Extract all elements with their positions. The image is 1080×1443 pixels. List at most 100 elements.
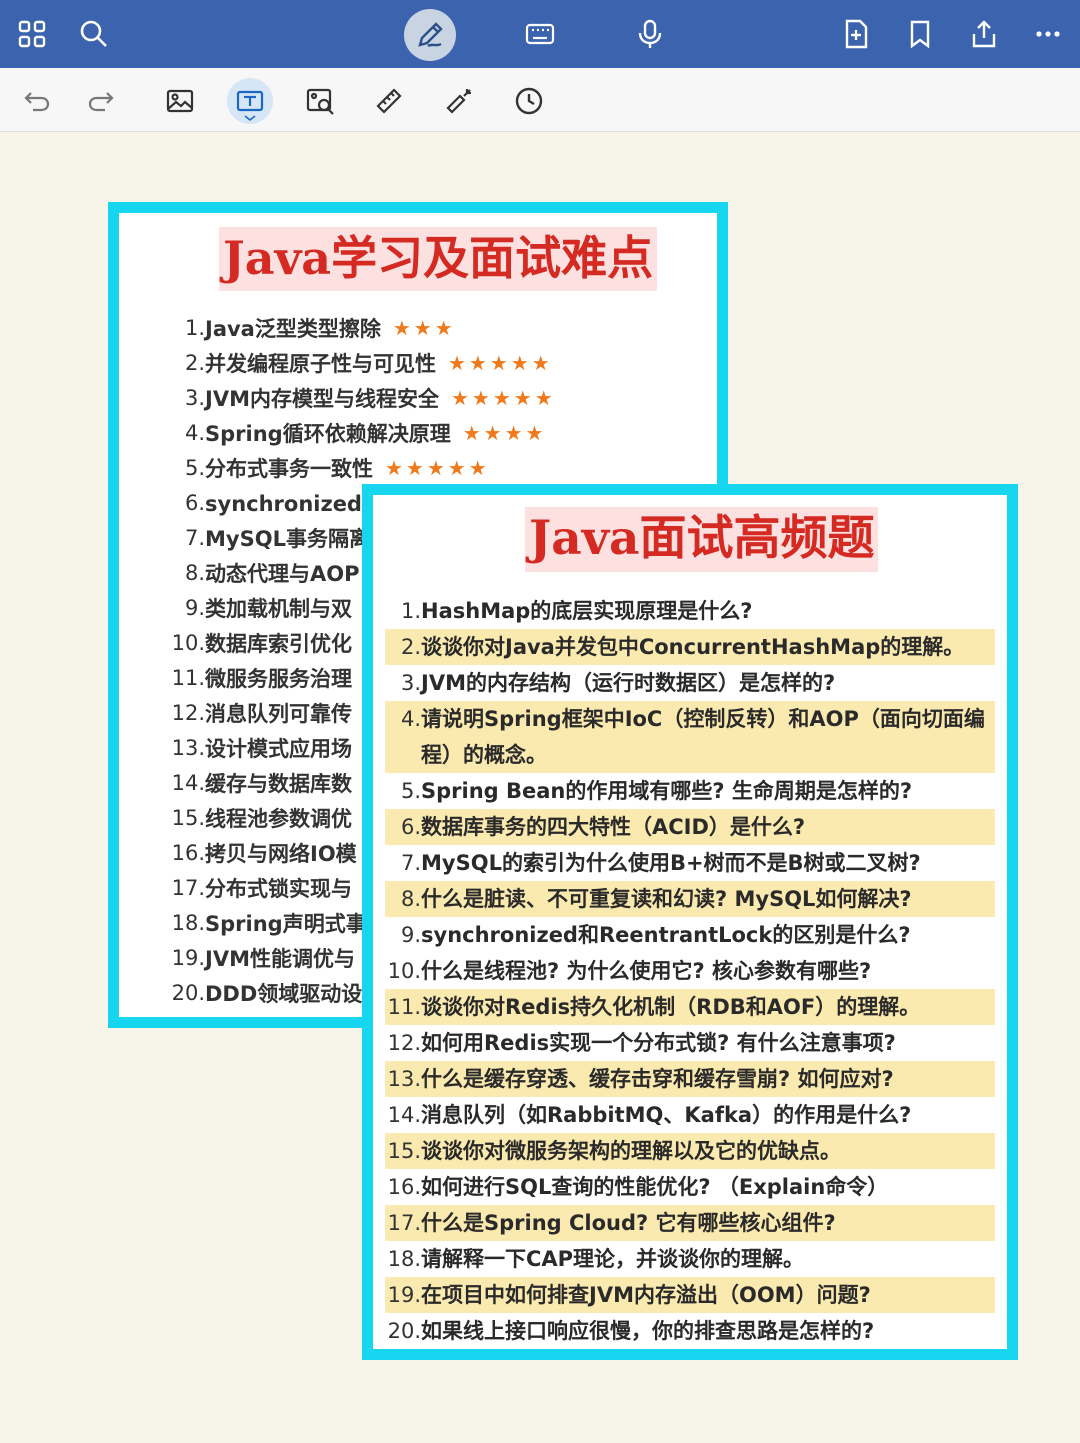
- item-number: 17.: [387, 1211, 421, 1235]
- item-text: 类加载机制与双: [205, 596, 352, 621]
- item-text: 拷贝与网络IO模: [205, 841, 357, 866]
- image-search-icon[interactable]: [297, 78, 343, 124]
- item-number: 9.: [184, 595, 205, 620]
- question-item: 15. 谈谈你对微服务架构的理解以及它的优缺点。: [385, 1133, 995, 1169]
- item-text: 消息队列可靠传: [205, 701, 352, 726]
- question-item: 3. JVM的内存结构（运行时数据区）是怎样的?: [385, 665, 995, 701]
- item-number: 12.: [387, 1031, 421, 1055]
- ruler-icon[interactable]: [366, 78, 412, 124]
- item-number: 13.: [387, 1067, 421, 1091]
- question-item: 7. MySQL的索引为什么使用B+树而不是B树或二叉树?: [385, 845, 995, 881]
- bookmark-icon[interactable]: [896, 10, 944, 58]
- item-text: 谈谈你对微服务架构的理解以及它的优缺点。: [421, 1139, 841, 1163]
- question-item: 9. synchronized和ReentrantLock的区别是什么?: [385, 917, 995, 953]
- item-text: DDD领域驱动设: [205, 981, 363, 1006]
- item-number: 8.: [400, 887, 421, 911]
- item-number: 10.: [171, 630, 205, 655]
- item-text: JVM内存模型与线程安全: [205, 386, 439, 411]
- tool-toolbar: [0, 68, 1080, 132]
- item-number: 18.: [171, 910, 205, 935]
- item-text: 分布式锁实现与: [205, 876, 352, 901]
- search-icon[interactable]: [70, 10, 118, 58]
- item-text: 数据库事务的四大特性（ACID）是什么?: [421, 815, 806, 839]
- item-text: Spring循环依赖解决原理: [205, 421, 451, 446]
- item-text: 请说明Spring框架中IoC（控制反转）和AOP（面向切面编程）的概念。: [421, 707, 985, 767]
- item-number: 10.: [387, 959, 421, 983]
- item-number: 8.: [184, 560, 205, 585]
- star-rating: ★★★★★: [450, 385, 556, 410]
- item-text: 谈谈你对Redis持久化机制（RDB和AOF）的理解。: [421, 995, 921, 1019]
- grid-icon[interactable]: [8, 10, 56, 58]
- item-number: 14.: [171, 770, 205, 795]
- item-text: Spring Bean的作用域有哪些? 生命周期是怎样的?: [421, 779, 913, 803]
- item-text: 什么是脏读、不可重复读和幻读? MySQL如何解决?: [421, 887, 912, 911]
- item-number: 20.: [171, 980, 205, 1005]
- item-number: 18.: [387, 1247, 421, 1271]
- item-text: 什么是线程池? 为什么使用它? 核心参数有哪些?: [421, 959, 872, 983]
- item-number: 16.: [171, 840, 205, 865]
- item-text: 什么是Spring Cloud? 它有哪些核心组件?: [421, 1211, 836, 1235]
- item-text: 设计模式应用场: [205, 736, 352, 761]
- question-item: 20. 如果线上接口响应很慢，你的排查思路是怎样的?: [385, 1313, 995, 1349]
- item-text: MySQL的索引为什么使用B+树而不是B树或二叉树?: [421, 851, 921, 875]
- pen-icon[interactable]: [404, 9, 456, 61]
- item-text: 什么是缓存穿透、缓存击穿和缓存雪崩? 如何应对?: [421, 1067, 894, 1091]
- item-number: 19.: [387, 1283, 421, 1307]
- timer-icon[interactable]: [506, 78, 552, 124]
- question-item: 8. 什么是脏读、不可重复读和幻读? MySQL如何解决?: [385, 881, 995, 917]
- question-item: 5. Spring Bean的作用域有哪些? 生命周期是怎样的?: [385, 773, 995, 809]
- item-number: 7.: [400, 851, 421, 875]
- item-text: HashMap的底层实现原理是什么?: [421, 599, 753, 623]
- item-text: Spring声明式事: [205, 911, 367, 936]
- item-number: 13.: [171, 735, 205, 760]
- item-text: JVM的内存结构（运行时数据区）是怎样的?: [421, 671, 836, 695]
- item-text: 消息队列（如RabbitMQ、Kafka）的作用是什么?: [421, 1103, 912, 1127]
- item-text: 如果线上接口响应很慢，你的排查思路是怎样的?: [421, 1319, 875, 1343]
- redo-icon[interactable]: [78, 78, 124, 124]
- share-icon[interactable]: [960, 10, 1008, 58]
- list-item: 1. Java泛型类型擦除 ★★★: [167, 310, 767, 345]
- item-number: 5.: [184, 455, 205, 480]
- item-number: 11.: [171, 665, 205, 690]
- card-title: Java学习及面试难点: [219, 227, 658, 291]
- item-text: 动态代理与AOP: [205, 561, 360, 586]
- item-text: JVM性能调优与: [205, 946, 355, 971]
- item-number: 2.: [400, 635, 421, 659]
- item-number: 15.: [171, 805, 205, 830]
- star-rating: ★★★★: [462, 420, 547, 445]
- item-text: 线程池参数调优: [205, 806, 352, 831]
- question-item: 17. 什么是Spring Cloud? 它有哪些核心组件?: [385, 1205, 995, 1241]
- item-number: 3.: [400, 671, 421, 695]
- item-text: 并发编程原子性与可见性: [205, 351, 436, 376]
- item-number: 15.: [387, 1139, 421, 1163]
- item-text: MySQL事务隔离: [205, 526, 370, 551]
- add-page-icon[interactable]: [832, 10, 880, 58]
- list-item: 3. JVM内存模型与线程安全 ★★★★★: [167, 380, 767, 415]
- card-title: Java面试高频题: [525, 507, 879, 572]
- laser-pointer-icon[interactable]: [436, 78, 482, 124]
- item-number: 1.: [400, 599, 421, 623]
- item-number: 3.: [184, 385, 205, 410]
- more-icon[interactable]: [1024, 10, 1072, 58]
- image-icon[interactable]: [157, 78, 203, 124]
- keyboard-icon[interactable]: [516, 10, 564, 58]
- item-number: 4.: [400, 707, 421, 731]
- question-item: 19. 在项目中如何排查JVM内存溢出（OOM）问题?: [385, 1277, 995, 1313]
- list-item: 2. 并发编程原子性与可见性 ★★★★★: [167, 345, 767, 380]
- microphone-icon[interactable]: [626, 10, 674, 58]
- question-item: 16. 如何进行SQL查询的性能优化? （Explain命令）: [385, 1169, 995, 1205]
- question-item: 10. 什么是线程池? 为什么使用它? 核心参数有哪些?: [385, 953, 995, 989]
- question-item: 2. 谈谈你对Java并发包中ConcurrentHashMap的理解。: [385, 629, 995, 665]
- undo-icon[interactable]: [14, 78, 60, 124]
- question-item: 18. 请解释一下CAP理论，并谈谈你的理解。: [385, 1241, 995, 1277]
- item-text: 如何用Redis实现一个分布式锁? 有什么注意事项?: [421, 1031, 896, 1055]
- item-number: 11.: [387, 995, 421, 1019]
- item-text: 请解释一下CAP理论，并谈谈你的理解。: [421, 1247, 805, 1271]
- item-number: 4.: [184, 420, 205, 445]
- item-number: 6.: [400, 815, 421, 839]
- question-item: 13. 什么是缓存穿透、缓存击穿和缓存雪崩? 如何应对?: [385, 1061, 995, 1097]
- item-number: 2.: [184, 350, 205, 375]
- item-number: 19.: [171, 945, 205, 970]
- item-number: 20.: [387, 1319, 421, 1343]
- item-number: 9.: [400, 923, 421, 947]
